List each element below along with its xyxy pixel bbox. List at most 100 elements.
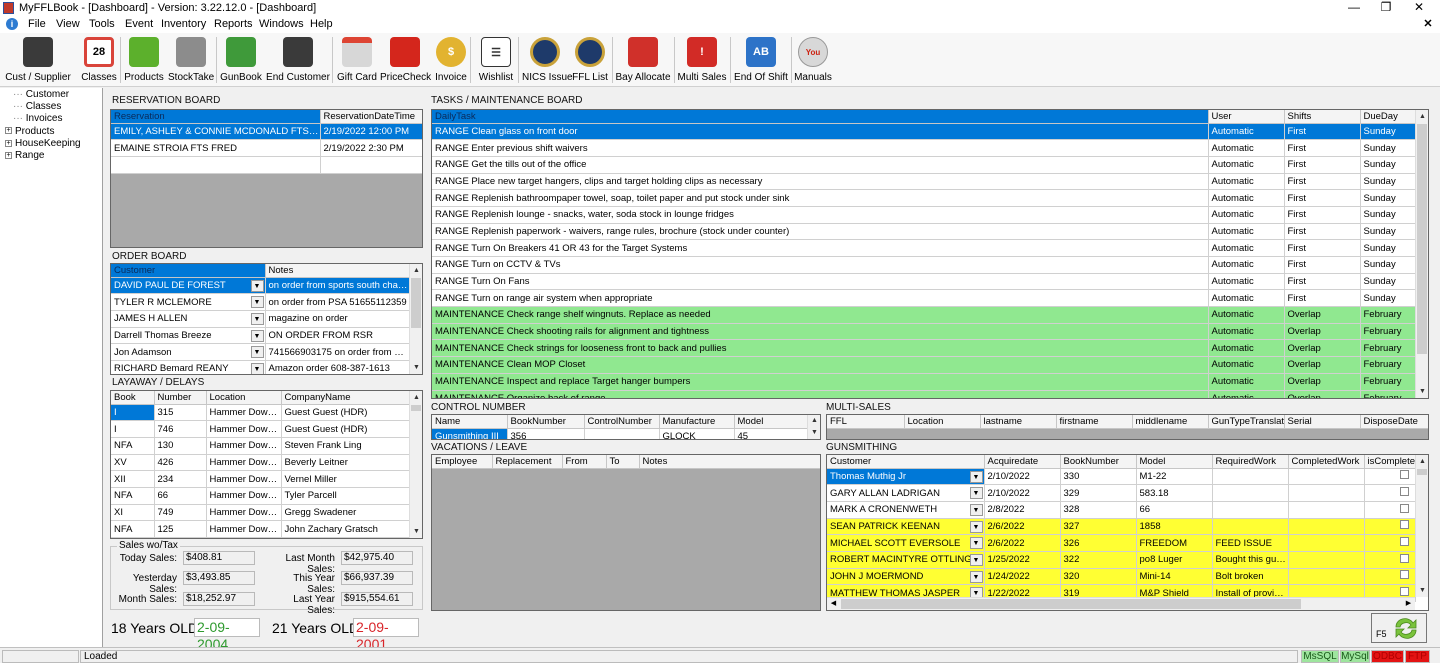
- user-cell[interactable]: Automatic: [1208, 189, 1285, 207]
- user-cell[interactable]: Automatic: [1208, 289, 1285, 308]
- control-controlnumber-cell[interactable]: [584, 428, 660, 439]
- layaway-row[interactable]: XI749Hammer Down R...Gregg Swadener: [111, 504, 410, 522]
- completed-work-cell[interactable]: [1288, 551, 1365, 569]
- chevron-down-icon[interactable]: ▼: [250, 279, 264, 292]
- task-row[interactable]: RANGE Turn On Breakers 41 OR 43 for the …: [432, 239, 1416, 257]
- user-cell[interactable]: Automatic: [1208, 256, 1285, 274]
- column-header-from[interactable]: From: [562, 455, 607, 469]
- gunsmithing-row[interactable]: GARY ALLAN LADRIGAN ▼ 2/10/2022 329 583.18: [827, 484, 1416, 502]
- expand-icon[interactable]: +: [5, 139, 12, 147]
- company-name-cell[interactable]: Vernel Miller: [281, 470, 410, 488]
- info-icon[interactable]: i: [6, 18, 18, 30]
- reservation-datetime-cell[interactable]: 2/19/2022 2:30 PM: [320, 139, 422, 157]
- is-completed-checkbox[interactable]: [1399, 520, 1409, 530]
- model-cell[interactable]: 583.18: [1136, 484, 1213, 502]
- customer-combo-cell[interactable]: JAMES H ALLEN ▼: [111, 310, 266, 328]
- tree-item-invoices[interactable]: ··· Invoices: [13, 113, 62, 124]
- task-cell[interactable]: RANGE Get the tills out of the office: [432, 156, 1209, 174]
- toolbar-button-nics-issue[interactable]: NICS Issue: [522, 35, 573, 85]
- shift-cell[interactable]: First: [1284, 206, 1361, 224]
- customer-combo-cell[interactable]: Thomas Muthig Jr ▼: [827, 468, 985, 486]
- tree-item-customer[interactable]: ··· Customer: [13, 89, 69, 100]
- order-row[interactable]: Jon Adamson ▼ 741566903175 on order from R…: [111, 343, 410, 361]
- toolbar-button-invoice[interactable]: $ Invoice: [434, 35, 468, 85]
- due-day-cell[interactable]: Sunday: [1360, 139, 1416, 157]
- book-cell[interactable]: I: [111, 404, 155, 422]
- tree-item-range[interactable]: + Range: [5, 150, 44, 161]
- user-cell[interactable]: Automatic: [1208, 356, 1285, 374]
- task-cell[interactable]: RANGE Replenish lounge - snacks, water, …: [432, 206, 1209, 224]
- column-header-dailytask[interactable]: DailyTask: [432, 110, 1209, 124]
- due-day-cell[interactable]: Sunday: [1360, 239, 1416, 257]
- scroll-down-icon[interactable]: ▼: [808, 427, 820, 439]
- customer-combo-cell[interactable]: ROBERT MACINTYRE OTTLINGER ▼: [827, 551, 985, 569]
- due-day-cell[interactable]: Sunday: [1360, 206, 1416, 224]
- task-cell[interactable]: RANGE Place new target hangers, clips an…: [432, 173, 1209, 191]
- user-cell[interactable]: Automatic: [1208, 173, 1285, 191]
- scroll-right-icon[interactable]: ▶: [1402, 598, 1415, 610]
- menu-event[interactable]: Event: [125, 18, 153, 30]
- required-work-cell[interactable]: Bought this gun a...: [1212, 551, 1289, 569]
- required-work-cell[interactable]: FEED ISSUE: [1212, 534, 1289, 552]
- task-row[interactable]: RANGE Turn on range air system when appr…: [432, 289, 1416, 308]
- control-booknumber-cell[interactable]: 356: [507, 428, 585, 439]
- gunsmithing-hscrollbar[interactable]: ◀ ▶: [827, 597, 1415, 610]
- book-number-cell[interactable]: 322: [1060, 551, 1137, 569]
- model-cell[interactable]: 66: [1136, 501, 1213, 519]
- order-scrollbar[interactable]: ▲ ▼: [409, 264, 422, 374]
- order-notes-cell[interactable]: Amazon order 608-387-1613: [265, 360, 410, 374]
- layaway-row[interactable]: I315Hammer Down R...Guest Guest (HDR): [111, 404, 410, 422]
- scroll-down-icon[interactable]: ▼: [1416, 385, 1428, 398]
- company-name-cell[interactable]: Guest Guest (HDR): [281, 404, 410, 422]
- column-header-completedwork[interactable]: CompletedWork: [1288, 455, 1365, 469]
- location-cell[interactable]: Hammer Down R...: [206, 504, 282, 522]
- company-name-cell[interactable]: Tyler Parcell: [281, 487, 410, 505]
- column-header-customer[interactable]: Customer: [827, 455, 985, 469]
- expand-icon[interactable]: +: [5, 151, 12, 159]
- book-cell[interactable]: I: [111, 420, 155, 438]
- user-cell[interactable]: Automatic: [1208, 123, 1285, 141]
- book-cell[interactable]: XII: [111, 470, 155, 488]
- task-row[interactable]: RANGE Turn On Fans Automatic First Sunday: [432, 273, 1416, 291]
- due-day-cell[interactable]: Sunday: [1360, 156, 1416, 174]
- reservation-datetime-cell[interactable]: 2/19/2022 12:00 PM: [320, 123, 422, 141]
- column-header-booknumber[interactable]: BookNumber: [1060, 455, 1137, 469]
- control-model-cell[interactable]: 45: [734, 428, 808, 439]
- required-work-cell[interactable]: [1212, 468, 1289, 486]
- control-row[interactable]: Gunsmithing III 356 GLOCK 45: [432, 428, 808, 439]
- shift-cell[interactable]: Overlap: [1284, 339, 1361, 358]
- due-day-cell[interactable]: Sunday: [1360, 256, 1416, 274]
- layaway-row[interactable]: NFA130Hammer Down R...Steven Frank Ling: [111, 437, 410, 455]
- user-cell[interactable]: Automatic: [1208, 306, 1285, 324]
- task-row[interactable]: MAINTENANCE Check shooting rails for ali…: [432, 323, 1416, 341]
- user-cell[interactable]: Automatic: [1208, 139, 1285, 157]
- toolbar-button-end-customer[interactable]: End Customer: [266, 35, 330, 85]
- toolbar-button-wishlist[interactable]: ☰ Wishlist: [476, 35, 516, 85]
- location-cell[interactable]: Hammer Down R...: [206, 437, 282, 455]
- book-number-cell[interactable]: 329: [1060, 484, 1137, 502]
- task-row[interactable]: RANGE Clean glass on front door Automatic…: [432, 123, 1416, 141]
- number-cell[interactable]: 315: [154, 404, 207, 422]
- model-cell[interactable]: Mini-14: [1136, 568, 1213, 586]
- order-row[interactable]: JAMES H ALLEN ▼ magazine on order: [111, 310, 410, 328]
- order-notes-cell[interactable]: 741566903175 on order from RSR: [265, 343, 410, 361]
- expand-icon[interactable]: +: [5, 127, 12, 135]
- is-completed-cell[interactable]: [1364, 501, 1416, 519]
- scroll-thumb[interactable]: [841, 599, 1301, 609]
- shift-cell[interactable]: First: [1284, 156, 1361, 174]
- column-header-shifts[interactable]: Shifts: [1284, 110, 1361, 124]
- toolbar-button-stocktake[interactable]: StockTake: [168, 35, 214, 85]
- acquire-date-cell[interactable]: 2/6/2022: [984, 534, 1061, 552]
- column-header-notes[interactable]: Notes: [265, 264, 410, 278]
- shift-cell[interactable]: First: [1284, 223, 1361, 241]
- reservation-row[interactable]: EMAINE STROIA FTS FRED 2/19/2022 2:30 PM: [111, 139, 422, 157]
- tree-item-housekeeping[interactable]: + HouseKeeping: [5, 138, 81, 149]
- user-cell[interactable]: Automatic: [1208, 273, 1285, 291]
- is-completed-cell[interactable]: [1364, 568, 1416, 586]
- order-notes-cell[interactable]: on order from sports south change t...: [265, 277, 410, 295]
- column-header-to[interactable]: To: [606, 455, 640, 469]
- control-scrollbar[interactable]: ▲ ▼: [807, 415, 820, 439]
- toolbar-button-pricecheck[interactable]: PriceCheck: [380, 35, 431, 85]
- model-cell[interactable]: M1-22: [1136, 468, 1213, 486]
- chevron-down-icon[interactable]: ▼: [969, 553, 983, 566]
